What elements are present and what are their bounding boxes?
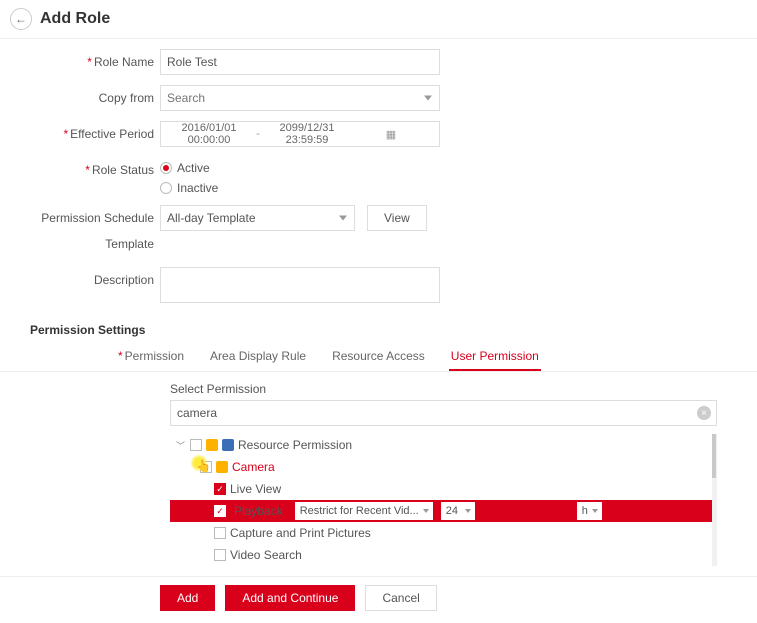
tab-user-permission[interactable]: User Permission: [449, 343, 541, 371]
clear-search-icon[interactable]: ×: [697, 406, 711, 420]
folder-icon: [216, 461, 228, 473]
permission-tree: ﹀ Resource Permission Camera Live View P…: [170, 434, 717, 566]
tree-node-playback[interactable]: Playback Restrict for Recent Vid... 24 h: [170, 500, 712, 522]
radio-inactive[interactable]: Inactive: [160, 181, 440, 195]
checkbox[interactable]: [200, 461, 212, 473]
description-textarea[interactable]: [160, 267, 440, 303]
view-button[interactable]: View: [367, 205, 427, 231]
radio-active-label: Active: [177, 161, 210, 175]
radio-inactive-label: Inactive: [177, 181, 218, 195]
radio-dot-icon: [160, 162, 172, 174]
tree-label: Live View: [230, 482, 281, 496]
label-role-status: Role Status: [0, 157, 160, 183]
checkbox[interactable]: [214, 549, 226, 561]
label-effective-period: Effective Period: [0, 121, 160, 147]
tree-label: Camera: [232, 460, 275, 474]
effective-period-picker[interactable]: 2016/01/01 00:00:00 - 2099/12/31 23:59:5…: [160, 121, 440, 147]
label-perm-template: Permission Schedule Template: [0, 205, 160, 257]
perm-template-select[interactable]: [160, 205, 355, 231]
tab-area-display[interactable]: Area Display Rule: [208, 343, 308, 371]
tab-permission[interactable]: *Permission: [116, 343, 186, 371]
resource-icon: [222, 439, 234, 451]
copy-from-select[interactable]: [160, 85, 440, 111]
checkbox[interactable]: [214, 505, 226, 517]
tab-resource-access[interactable]: Resource Access: [330, 343, 427, 371]
tree-label: Playback: [230, 504, 291, 518]
page-title: Add Role: [40, 10, 110, 28]
playback-restrict-select[interactable]: Restrict for Recent Vid...: [295, 502, 433, 520]
tree-label: Video Search: [230, 548, 302, 562]
period-start: 2016/01/01 00:00:00: [167, 122, 251, 146]
chevron-down-icon: ﹀: [176, 439, 186, 452]
tree-node-resource-permission[interactable]: ﹀ Resource Permission: [170, 434, 712, 456]
tree-node-camera[interactable]: Camera: [170, 456, 712, 478]
folder-icon: [206, 439, 218, 451]
cancel-button[interactable]: Cancel: [365, 585, 436, 611]
label-role-name: Role Name: [0, 49, 160, 75]
tree-label: Capture and Print Pictures: [230, 526, 371, 540]
checkbox[interactable]: [214, 483, 226, 495]
tree-node-capture[interactable]: Capture and Print Pictures: [170, 522, 712, 544]
permission-settings-heading: Permission Settings: [0, 313, 757, 343]
tree-node-video-search[interactable]: Video Search: [170, 544, 712, 566]
permission-search-input[interactable]: [170, 400, 717, 426]
radio-dot-icon: [160, 182, 172, 194]
playback-unit-select[interactable]: h: [577, 502, 602, 520]
playback-hours-select[interactable]: 24: [441, 502, 475, 520]
period-dash: -: [251, 128, 265, 140]
label-copy-from: Copy from: [0, 85, 160, 111]
checkbox[interactable]: [214, 527, 226, 539]
tree-scrollbar[interactable]: [712, 434, 716, 566]
tree-node-live-view[interactable]: Live View: [170, 478, 712, 500]
select-permission-label: Select Permission: [170, 382, 717, 396]
label-description: Description: [0, 267, 160, 293]
role-name-input[interactable]: [160, 49, 440, 75]
highlight-icon: [190, 454, 208, 472]
back-icon[interactable]: ←: [10, 8, 32, 30]
period-end: 2099/12/31 23:59:59: [265, 122, 349, 146]
add-button[interactable]: Add: [160, 585, 215, 611]
calendar-icon: ▦: [349, 128, 433, 141]
checkbox[interactable]: [190, 439, 202, 451]
tree-label: Resource Permission: [238, 438, 352, 452]
radio-active[interactable]: Active: [160, 161, 440, 175]
add-continue-button[interactable]: Add and Continue: [225, 585, 355, 611]
